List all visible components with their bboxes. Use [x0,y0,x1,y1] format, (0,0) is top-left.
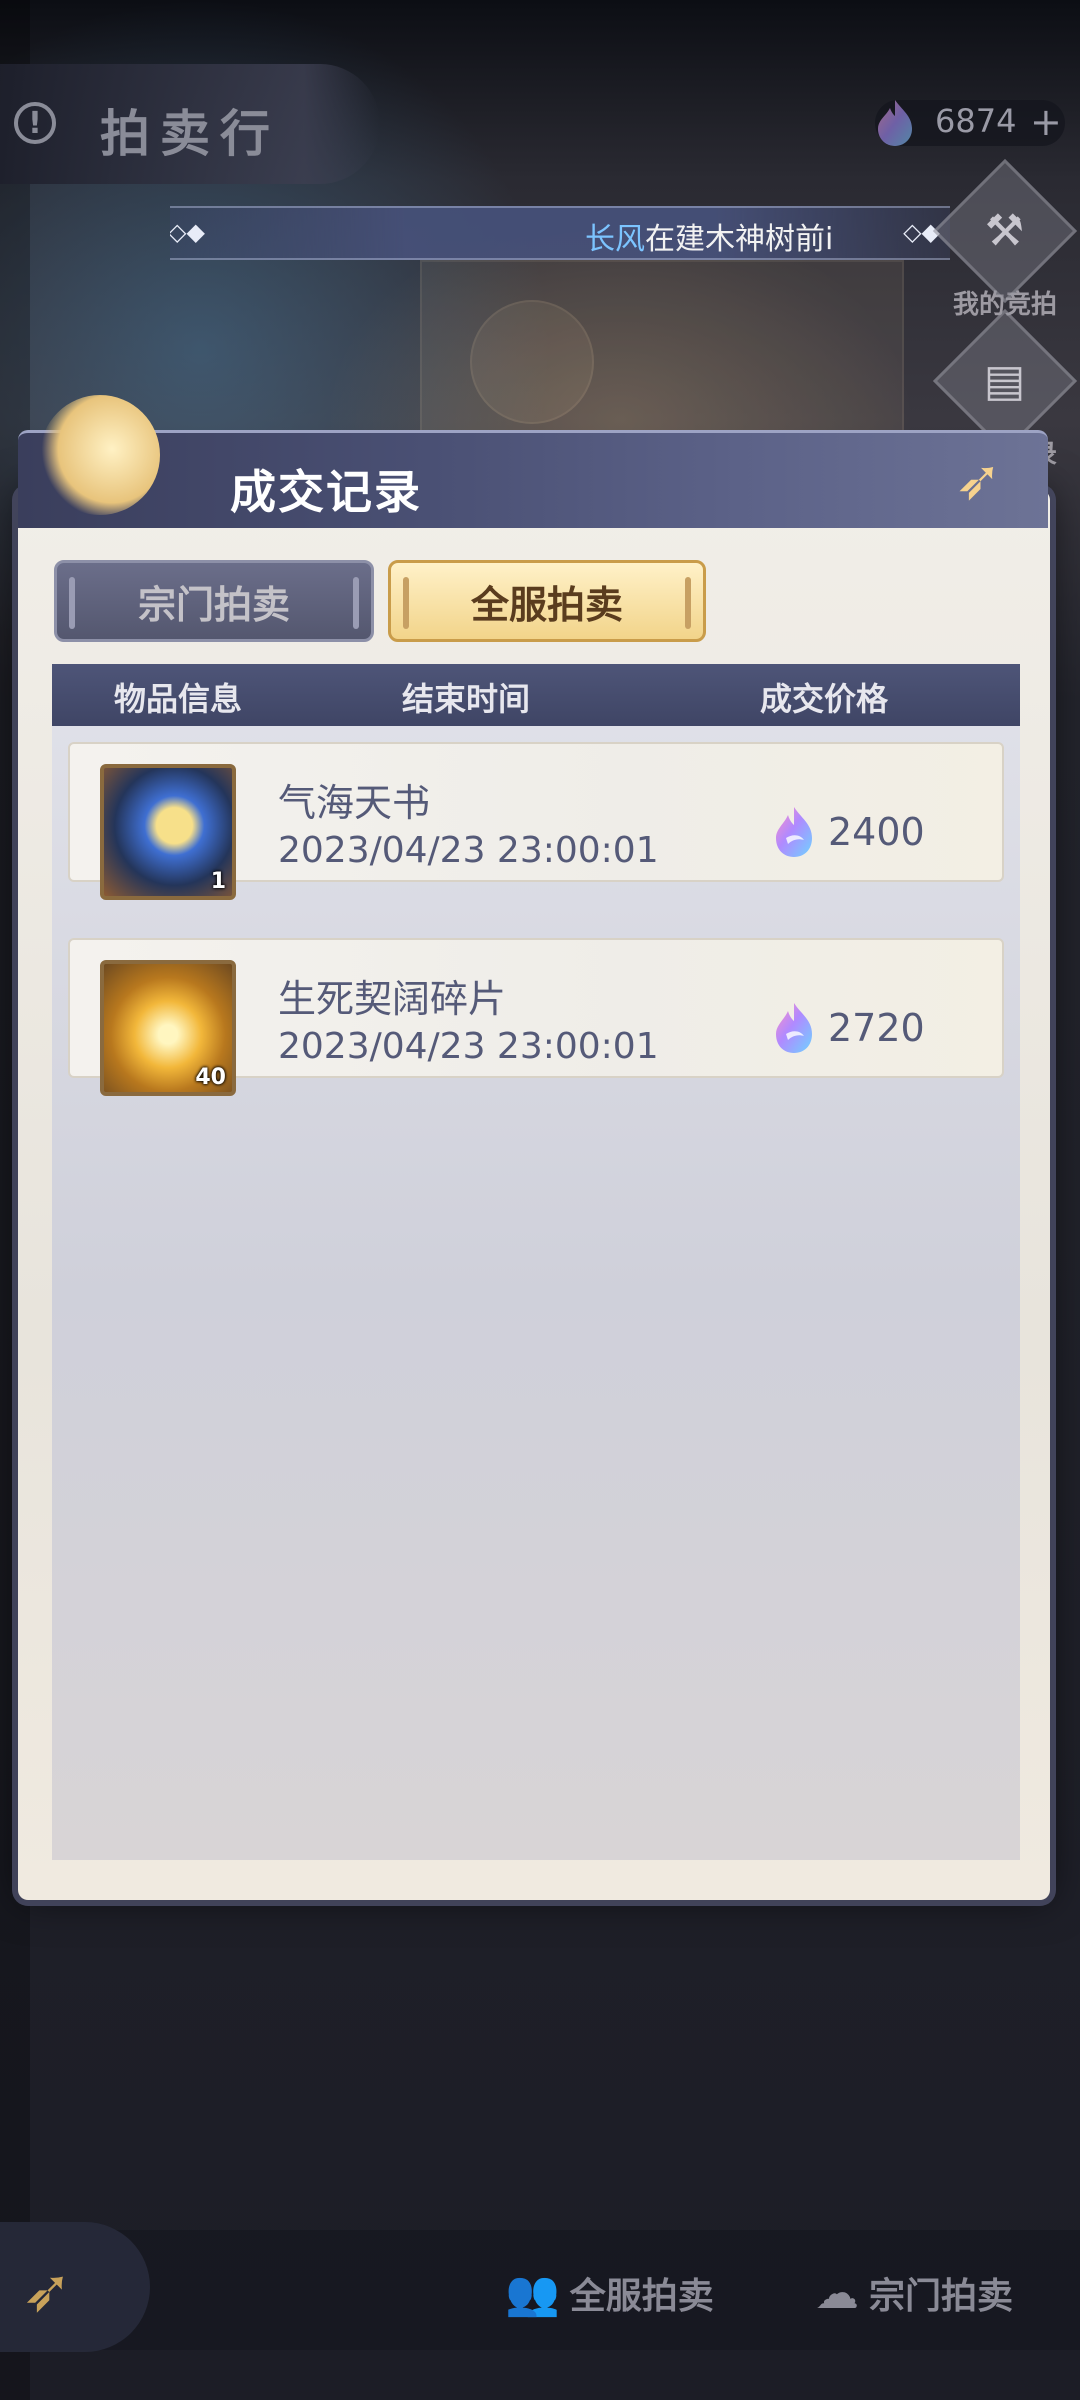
orb-icon[interactable]: 40 [100,960,236,1096]
nav-label: 宗门拍卖 [869,2276,1014,2317]
dialog-title: 成交记录 [230,465,422,519]
item-name: 气海天书 [278,781,431,825]
nav-server-auction[interactable]: 👥 全服拍卖 [505,2250,714,2336]
end-time: 2023/04/23 23:00:01 [278,1026,659,1067]
table-row[interactable]: 1 气海天书 2023/04/23 23:00:01 2400 [68,742,1004,900]
item-count: 1 [210,869,226,894]
page-title: 拍卖行 [100,105,280,163]
bird-icon: ➶ [22,2256,73,2326]
marquee-message: 在建木神树前i [645,222,834,257]
diamond-icon: ◇◆ [170,218,205,246]
tab-label: 宗门拍卖 [137,582,290,627]
group-icon: 👥 [505,2268,560,2319]
price-value: 2720 [828,1006,925,1050]
column-end-time: 结束时间 [402,680,531,718]
sect-icon: ☁ [815,2267,859,2319]
marquee-player-name: 长风 [585,222,645,257]
spirit-flame-icon [776,807,812,857]
info-icon[interactable]: ! [14,102,56,144]
column-price: 成交价格 [760,680,889,718]
spirit-flame-icon [776,1003,812,1053]
dialog-header [18,430,1048,528]
announcement-marquee: ◇◆ 长风在建木神树前i ◇◆ [170,206,950,260]
spirit-flame-icon [878,100,912,146]
my-bids-button[interactable]: ⚒ 我的竞拍 [932,158,1078,321]
nav-label: 全服拍卖 [569,2276,714,2317]
close-bird-icon[interactable]: ➶ [955,448,1002,513]
item-name: 生死契阔碎片 [278,977,507,1021]
item-count: 40 [195,1065,226,1090]
gavel-icon: ⚒ [932,158,1078,304]
marquee-text: 长风在建木神树前i [585,214,895,258]
table-row[interactable]: 40 生死契阔碎片 2023/04/23 23:00:01 2720 [68,938,1004,1096]
tab-sect-auction[interactable]: 宗门拍卖 [54,560,374,642]
add-currency-button[interactable]: + [1030,100,1062,144]
home-button[interactable]: ➶ [0,2222,150,2352]
price-value: 2400 [828,810,925,854]
book-icon[interactable]: 1 [100,764,236,900]
tab-server-auction[interactable]: 全服拍卖 [388,560,706,642]
end-time: 2023/04/23 23:00:01 [278,830,659,871]
nav-sect-auction[interactable]: ☁ 宗门拍卖 [815,2250,1013,2336]
tab-label: 全服拍卖 [470,582,623,627]
column-item-info: 物品信息 [114,680,243,718]
table-header: 物品信息 结束时间 成交价格 [52,664,1020,726]
currency-value: 6874 [935,102,1017,140]
moon-ornament-icon [40,395,160,515]
